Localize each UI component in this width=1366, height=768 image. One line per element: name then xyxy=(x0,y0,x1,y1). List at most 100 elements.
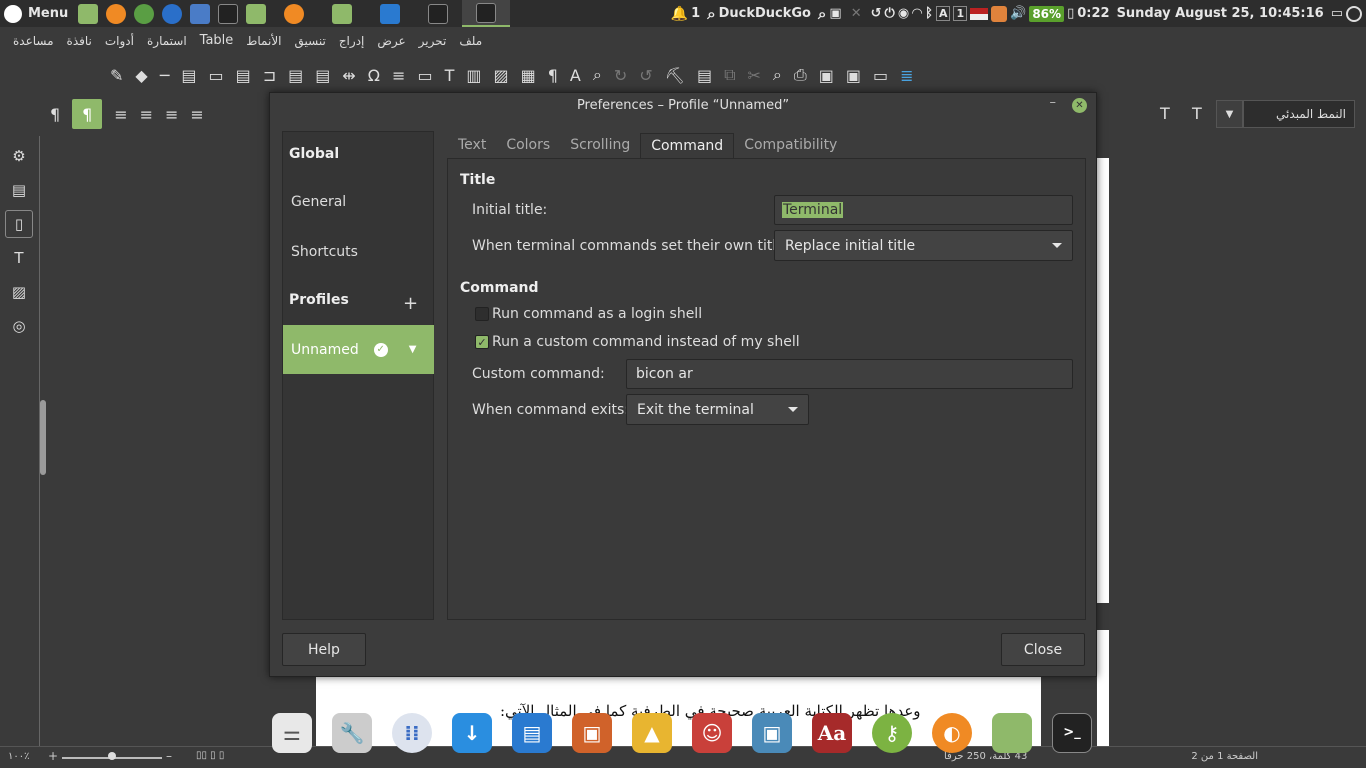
custom-command-input[interactable]: bicon ar xyxy=(626,359,1073,389)
image-icon[interactable]: ▨ xyxy=(493,66,508,85)
line-icon[interactable]: ─ xyxy=(160,66,170,85)
find-icon[interactable]: ⌕ xyxy=(593,65,602,85)
undo-icon[interactable]: ↺ xyxy=(639,66,652,85)
globe-launcher-icon[interactable] xyxy=(134,3,155,24)
initial-title-input[interactable]: Terminal xyxy=(774,195,1073,225)
dock-settings[interactable]: ⚌ xyxy=(266,707,318,759)
open-icon[interactable]: ▭ xyxy=(873,66,888,85)
dock-firefox[interactable]: ◐ xyxy=(926,707,978,759)
paragraph-style-box[interactable]: النمط المبدئي xyxy=(1243,100,1355,128)
dock-terminal[interactable]: >_ xyxy=(1046,707,1098,759)
app-indicator-icon[interactable] xyxy=(991,5,1008,22)
update-style-icon[interactable]: T xyxy=(1192,104,1202,123)
redo-icon[interactable]: ↻ xyxy=(614,66,627,85)
taskbar-files[interactable] xyxy=(318,0,366,27)
diamond-icon[interactable]: ◆ xyxy=(135,66,147,85)
tab-scrolling[interactable]: Scrolling xyxy=(560,133,640,159)
chart-icon[interactable]: ▥ xyxy=(466,66,481,85)
menu-item[interactable]: إدراج xyxy=(339,34,365,48)
ltr-icon[interactable]: ¶ xyxy=(50,105,60,124)
special-character-icon[interactable]: Ω xyxy=(368,66,380,85)
clone-formatting-icon[interactable]: ⛏ xyxy=(665,66,685,85)
gallery-icon[interactable]: T xyxy=(5,244,33,272)
search-label[interactable]: DuckDuckGo xyxy=(719,6,811,21)
login-shell-checkbox[interactable] xyxy=(475,307,489,321)
formatting-marks-icon[interactable]: ¶ xyxy=(548,66,558,85)
navigator-icon[interactable]: ◎ xyxy=(5,312,33,340)
table-icon[interactable]: ▦ xyxy=(521,66,536,85)
dock-downloads[interactable]: ↓ xyxy=(446,707,498,759)
paste-icon[interactable]: ▤ xyxy=(697,66,712,85)
dock-impress[interactable]: ▣ xyxy=(566,707,618,759)
close-button[interactable]: Close xyxy=(1001,633,1085,666)
align-right-icon[interactable]: ≡ xyxy=(114,105,127,124)
help-button[interactable]: Help xyxy=(282,633,366,666)
image-icon[interactable]: ▨ xyxy=(5,278,33,306)
menu-item[interactable]: استمارة xyxy=(147,34,187,48)
dock-screenshot[interactable]: ▣ xyxy=(746,707,798,759)
tab-colors[interactable]: Colors xyxy=(496,133,560,159)
camera-icon[interactable]: ▣ xyxy=(829,6,841,21)
comment-icon[interactable]: ▭ xyxy=(208,66,223,85)
bookmark-icon[interactable]: ⊐ xyxy=(263,66,276,85)
field-icon[interactable]: ▤ xyxy=(315,66,330,85)
sidebar-item-profile-unnamed[interactable]: Unnamed ✓ ▼ xyxy=(283,325,434,374)
dock-draw[interactable]: ▲ xyxy=(626,707,678,759)
profile-menu-chevron-icon[interactable]: ▼ xyxy=(409,344,417,355)
align-left-icon[interactable]: ≡ xyxy=(165,105,178,124)
input-method-icon[interactable]: 1 xyxy=(953,6,968,21)
text-box-icon[interactable]: T xyxy=(445,66,455,85)
minimize-icon[interactable]: – xyxy=(1050,95,1057,110)
keyboard-layout-icon[interactable]: A xyxy=(935,6,951,21)
wifi-icon[interactable]: ◠ xyxy=(912,6,922,21)
tab-text[interactable]: Text xyxy=(448,133,496,159)
zoom-out-icon[interactable]: – xyxy=(166,749,172,763)
terminal-launcher-icon[interactable] xyxy=(218,3,239,24)
rtl-icon[interactable]: ¶ xyxy=(72,99,103,129)
dock-writer[interactable]: ▤ xyxy=(506,707,558,759)
battery-indicator[interactable]: 86% xyxy=(1029,5,1065,22)
add-profile-icon[interactable]: + xyxy=(403,293,418,314)
sidebar-toggle-icon[interactable]: ≣ xyxy=(900,66,913,85)
on-exit-dropdown[interactable]: Exit the terminal xyxy=(626,394,809,425)
cut-icon[interactable]: ✂ xyxy=(748,66,761,85)
dock-keyring[interactable]: ⚷ xyxy=(866,707,918,759)
magnifier-icon[interactable]: ⌕ xyxy=(818,5,826,23)
dock-gimp[interactable]: ☺ xyxy=(686,707,738,759)
note-icon[interactable]: ▤ xyxy=(181,66,196,85)
sidebar-item-general[interactable]: General xyxy=(291,194,346,210)
zoom-level[interactable]: ١٠٠٪ xyxy=(8,751,30,762)
brush-icon[interactable]: ✎ xyxy=(110,66,123,85)
menu-item[interactable]: تنسيق xyxy=(295,34,326,48)
custom-command-toggle-label[interactable]: Run a custom command instead of my shell xyxy=(492,334,800,350)
taskbar-terminal-1[interactable] xyxy=(414,0,462,27)
sidebar-item-shortcuts[interactable]: Shortcuts xyxy=(291,244,358,260)
taskbar-writer[interactable] xyxy=(366,0,414,27)
dock-dictionary[interactable]: Aa xyxy=(806,707,858,759)
dock-tools[interactable]: 🔧 xyxy=(326,707,378,759)
link-icon[interactable]: ⇹ xyxy=(342,66,355,85)
menu-item[interactable]: مساعدة xyxy=(13,34,54,48)
menu-item[interactable]: تحرير xyxy=(419,34,447,48)
search-icon[interactable]: ⌕ xyxy=(707,5,715,23)
thunderbird-launcher-icon[interactable] xyxy=(162,3,183,24)
zoom-in-icon[interactable]: + xyxy=(48,749,58,763)
show-desktop-icon[interactable]: ▭ xyxy=(1331,6,1343,21)
save-icon[interactable]: ▣ xyxy=(846,66,861,85)
us-flag-icon[interactable] xyxy=(970,7,989,20)
menu-item[interactable]: أدوات xyxy=(105,34,134,48)
menu-item[interactable]: Table xyxy=(200,33,234,48)
clear-format-icon[interactable]: T xyxy=(1160,104,1170,123)
paragraph-style-dropdown[interactable]: ▼ xyxy=(1216,100,1243,128)
notifications-icon[interactable]: 🔔 xyxy=(671,6,688,22)
dock-apps[interactable]: ⁞⁞ xyxy=(386,707,438,759)
print-preview-icon[interactable]: ⌕ xyxy=(773,65,782,85)
clock[interactable]: Sunday August 25, 10:45:16 xyxy=(1117,6,1324,21)
firefox-launcher-icon[interactable] xyxy=(106,3,127,24)
mail-launcher-icon[interactable] xyxy=(190,3,211,24)
close-icon[interactable]: ✕ xyxy=(851,6,862,21)
menu-item[interactable]: ملف xyxy=(459,34,482,48)
justify-icon[interactable]: ≡ xyxy=(190,105,203,124)
folder-launcher-icon[interactable] xyxy=(246,3,267,24)
page-break-icon[interactable]: ▭ xyxy=(417,66,432,85)
